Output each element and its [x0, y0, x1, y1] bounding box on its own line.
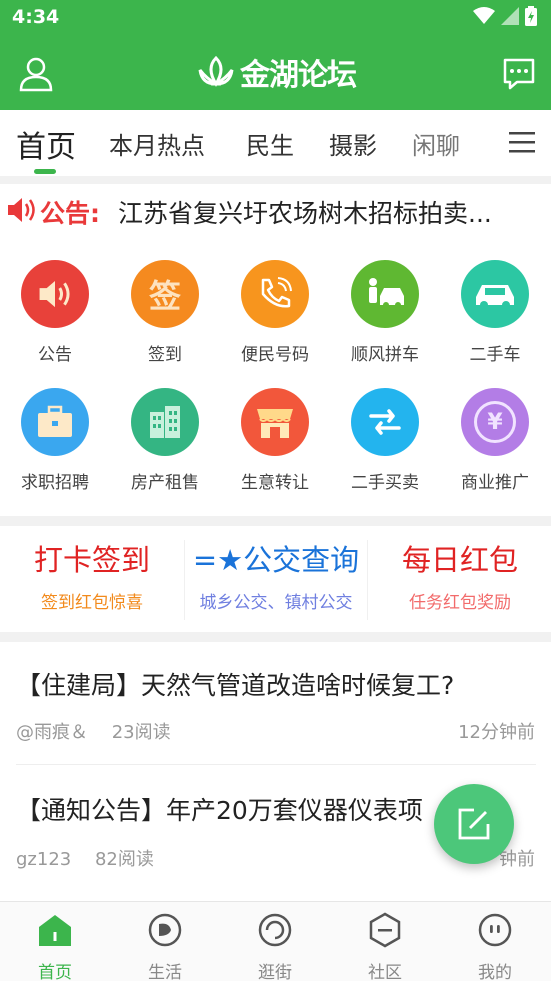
tab-livelihood[interactable]: 民生 [246, 126, 294, 161]
compass-icon [258, 913, 292, 947]
grid-item-used-car[interactable]: 二手车 [440, 260, 550, 380]
grid-item-secondhand[interactable]: 二手买卖 [330, 388, 440, 508]
section-divider [0, 176, 551, 184]
grid-label: 签到 [148, 345, 182, 365]
post-reads: 23阅读 [111, 722, 171, 743]
grid-label: 商业推广 [461, 473, 529, 493]
nav-label: 逛街 [258, 963, 292, 981]
notice-text: 江苏省复兴圩农场树木招标拍卖... [118, 199, 492, 228]
app-logo: 金湖论坛 [196, 52, 357, 93]
home-icon [39, 915, 71, 946]
grid-item-promotion[interactable]: ¥ 商业推广 [440, 388, 550, 508]
yen-coin: ¥ [474, 401, 516, 443]
shop-icon [241, 388, 309, 456]
yen-icon: ¥ [461, 388, 529, 456]
nav-home[interactable]: 首页 [0, 912, 110, 981]
life-icon [148, 913, 182, 947]
status-time: 4:34 [12, 6, 60, 28]
post-author: gz123 [16, 849, 72, 870]
promo-red-packet[interactable]: 每日红包 任务红包奖励 [368, 540, 551, 620]
grid-label: 生意转让 [241, 473, 309, 493]
section-divider [0, 516, 551, 526]
tab-photography[interactable]: 摄影 [329, 126, 377, 161]
grid-item-carpool[interactable]: 顺风拼车 [330, 260, 440, 380]
tab-active-indicator [34, 169, 56, 174]
signal-icon [501, 7, 519, 25]
notice-label: 公告: [40, 199, 100, 228]
grid-label: 二手车 [469, 345, 521, 365]
tab-monthly-hot[interactable]: 本月热点 [109, 126, 205, 161]
nav-label: 首页 [38, 963, 72, 981]
tab-home[interactable]: 首页 [16, 122, 76, 166]
nav-life[interactable]: 生活 [110, 912, 220, 981]
grid-label: 公告 [38, 345, 72, 365]
nav-label: 社区 [368, 963, 402, 981]
profile-icon [478, 913, 512, 947]
grid-item-jobs[interactable]: 求职招聘 [0, 388, 110, 508]
nav-label: 我的 [478, 963, 512, 981]
grid-label: 二手买卖 [351, 473, 419, 493]
section-divider [0, 632, 551, 642]
post-reads: 82阅读 [94, 849, 154, 870]
message-icon[interactable] [501, 56, 537, 92]
compose-button[interactable] [434, 784, 514, 864]
carpool-icon [351, 260, 419, 328]
grid-item-business-transfer[interactable]: 生意转让 [220, 388, 330, 508]
nav-community[interactable]: 社区 [330, 912, 440, 981]
menu-icon[interactable] [509, 130, 535, 154]
phone-icon [241, 260, 309, 328]
nav-mine[interactable]: 我的 [440, 912, 550, 981]
grid-item-phone[interactable]: 便民号码 [220, 260, 330, 380]
grid-item-housing[interactable]: 房产租售 [110, 388, 220, 508]
speaker-icon [8, 198, 35, 222]
community-icon [369, 912, 401, 948]
bottom-nav: 首页 生活 逛街 社区 我的 [0, 901, 551, 981]
lotus-logo-icon [198, 55, 234, 87]
app-bar: 4:34 金湖论坛 [0, 0, 551, 110]
signin-icon: 签 [131, 260, 199, 328]
battery-icon [525, 6, 537, 26]
promo-checkin[interactable]: 打卡签到 签到红包惊喜 [0, 540, 184, 620]
tab-chat[interactable]: 闲聊 [412, 126, 460, 161]
promo-bus-query[interactable]: =★公交查询 城乡公交、镇村公交 [184, 540, 368, 620]
post-meta: @雨痕＆ 23阅读 [16, 718, 171, 744]
grid-label: 房产租售 [131, 473, 199, 493]
car-icon [461, 260, 529, 328]
nav-label: 生活 [148, 963, 182, 981]
promo-title: =★公交查询 [192, 543, 360, 577]
grid-label: 求职招聘 [21, 473, 89, 493]
grid-label: 顺风拼车 [351, 345, 419, 365]
post-meta: gz123 82阅读 [16, 845, 154, 871]
promo-subtitle: 任务红包奖励 [409, 593, 511, 613]
post-title: 【通知公告】年产20万套仪器仪表项 [16, 796, 423, 825]
nav-shopping[interactable]: 逛街 [220, 912, 330, 981]
promo-subtitle: 签到红包惊喜 [41, 593, 143, 613]
grid-item-signin[interactable]: 签 签到 [110, 260, 220, 380]
logo-text: 金湖论坛 [240, 58, 357, 93]
post-time: 12分钟前 [458, 722, 535, 743]
exchange-icon [351, 388, 419, 456]
list-item[interactable]: 【住建局】天然气管道改造啥时候复工? @雨痕＆ 23阅读 12分钟前 [0, 642, 551, 765]
category-tabs: 首页 本月热点 民生 摄影 闲聊 [0, 110, 551, 176]
post-author: @雨痕＆ [16, 722, 88, 743]
promo-subtitle: 城乡公交、镇村公交 [199, 593, 353, 613]
app-screen: 4:34 金湖论坛 首页 本月热点 民生 摄影 闲聊 公告: 江苏省复兴圩农场树… [0, 0, 551, 981]
grid-item-notice[interactable]: 公告 [0, 260, 110, 380]
edit-icon [458, 808, 490, 840]
status-icons [473, 6, 537, 26]
briefcase-icon [21, 388, 89, 456]
speaker-icon [21, 260, 89, 328]
wifi-icon [473, 7, 495, 24]
grid-label: 便民号码 [241, 345, 309, 365]
promo-title: 每日红包 [401, 543, 518, 577]
notice-bar[interactable]: 公告: 江苏省复兴圩农场树木招标拍卖... [0, 186, 551, 236]
building-icon [131, 388, 199, 456]
post-title: 【住建局】天然气管道改造啥时候复工? [16, 671, 455, 700]
user-profile-icon[interactable] [18, 56, 54, 92]
promo-title: 打卡签到 [33, 543, 150, 577]
signin-glyph: 签 [148, 277, 181, 315]
